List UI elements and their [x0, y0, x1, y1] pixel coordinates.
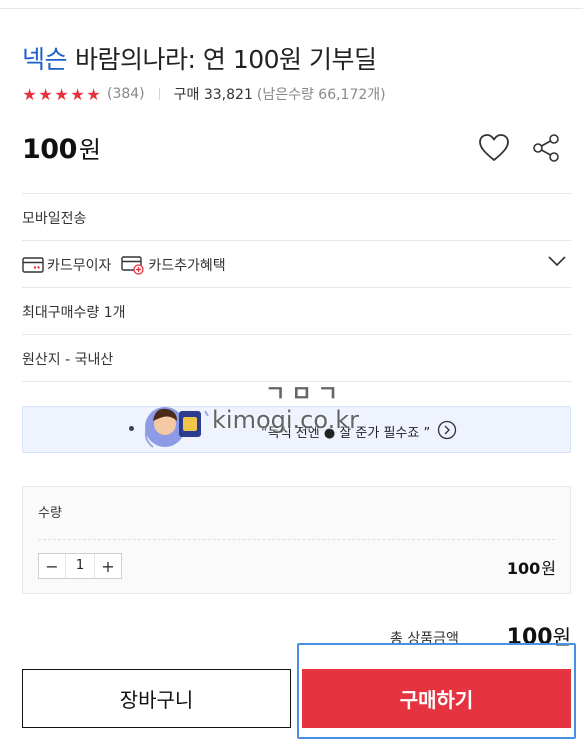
star-icon: ★	[22, 84, 37, 104]
quantity-box: 수량 − 1 + 100원	[22, 486, 571, 594]
divider	[22, 193, 572, 194]
arrow-circle-icon	[437, 420, 457, 440]
delivery-type: 모바일전송	[22, 211, 87, 227]
wishlist-button[interactable]	[476, 130, 512, 166]
brand-name[interactable]: 넥슨	[22, 45, 68, 74]
expand-card-benefits[interactable]	[548, 255, 566, 271]
quantity-input[interactable]: 1	[65, 554, 95, 578]
quantity-subtotal: 100원	[507, 555, 556, 579]
divider	[22, 334, 572, 335]
promo-banner[interactable]: “독식 전엔 ● 잘 준가 필수죠 ”	[22, 406, 571, 453]
avatar-illustration	[144, 407, 209, 448]
star-icon: ★	[38, 84, 53, 104]
origin-country: 원산지 - 국내산	[22, 352, 114, 368]
remaining-count: (남은수량 66,172개)	[256, 87, 386, 103]
card-plus-icon	[121, 256, 145, 275]
product-meta: ★ ★ ★ ★ ★ (384) 구매 33,821 (남은수량 66,172개)	[22, 84, 386, 104]
decrease-button[interactable]: −	[39, 554, 65, 578]
star-icon: ★	[86, 84, 101, 104]
banner-text: “독식 전엔 ● 잘 준가 필수죠 ”	[261, 426, 431, 441]
buy-now-button[interactable]: 구매하기	[302, 669, 571, 728]
divider	[22, 287, 572, 288]
banner-dot	[129, 426, 134, 431]
price-unit: 원	[78, 136, 101, 164]
card-extra-benefits[interactable]: 카드추가혜택	[121, 255, 226, 275]
subtotal-unit: 원	[541, 559, 556, 578]
top-divider	[0, 8, 583, 9]
card-interest-free-label: 카드무이자	[47, 258, 112, 274]
share-icon	[533, 134, 559, 162]
card-benefits-row[interactable]: 카드무이자 카드추가혜택	[22, 253, 572, 277]
card-interest-free[interactable]: 카드무이자	[22, 255, 111, 275]
subtotal-value: 100	[506, 559, 541, 578]
star-icon: ★	[70, 84, 85, 104]
card-icon	[22, 257, 44, 273]
star-icon: ★	[54, 84, 69, 104]
quantity-stepper[interactable]: − 1 +	[38, 553, 122, 579]
quantity-label: 수량	[38, 506, 62, 521]
product-name: 바람의나라: 연 100원 기부딜	[75, 45, 377, 74]
divider	[22, 240, 572, 241]
max-purchase-qty: 최대구매수량 1개	[22, 305, 126, 321]
price-value: 100	[22, 134, 77, 165]
quantity-divider	[38, 539, 555, 540]
product-title: 넥슨 바람의나라: 연 100원 기부딜	[22, 40, 377, 76]
sold-count: 구매 33,821	[173, 87, 253, 103]
heart-icon	[479, 134, 509, 161]
meta-divider	[158, 88, 160, 100]
review-count[interactable]: (384)	[107, 86, 145, 102]
card-extra-benefits-label: 카드추가혜택	[148, 258, 226, 274]
add-to-cart-button[interactable]: 장바구니	[22, 669, 291, 728]
divider	[22, 381, 572, 382]
rating-stars: ★ ★ ★ ★ ★	[22, 84, 101, 104]
product-price: 100원	[22, 130, 101, 165]
share-button[interactable]	[528, 130, 564, 166]
increase-button[interactable]: +	[95, 554, 121, 578]
chevron-down-icon	[548, 256, 566, 267]
